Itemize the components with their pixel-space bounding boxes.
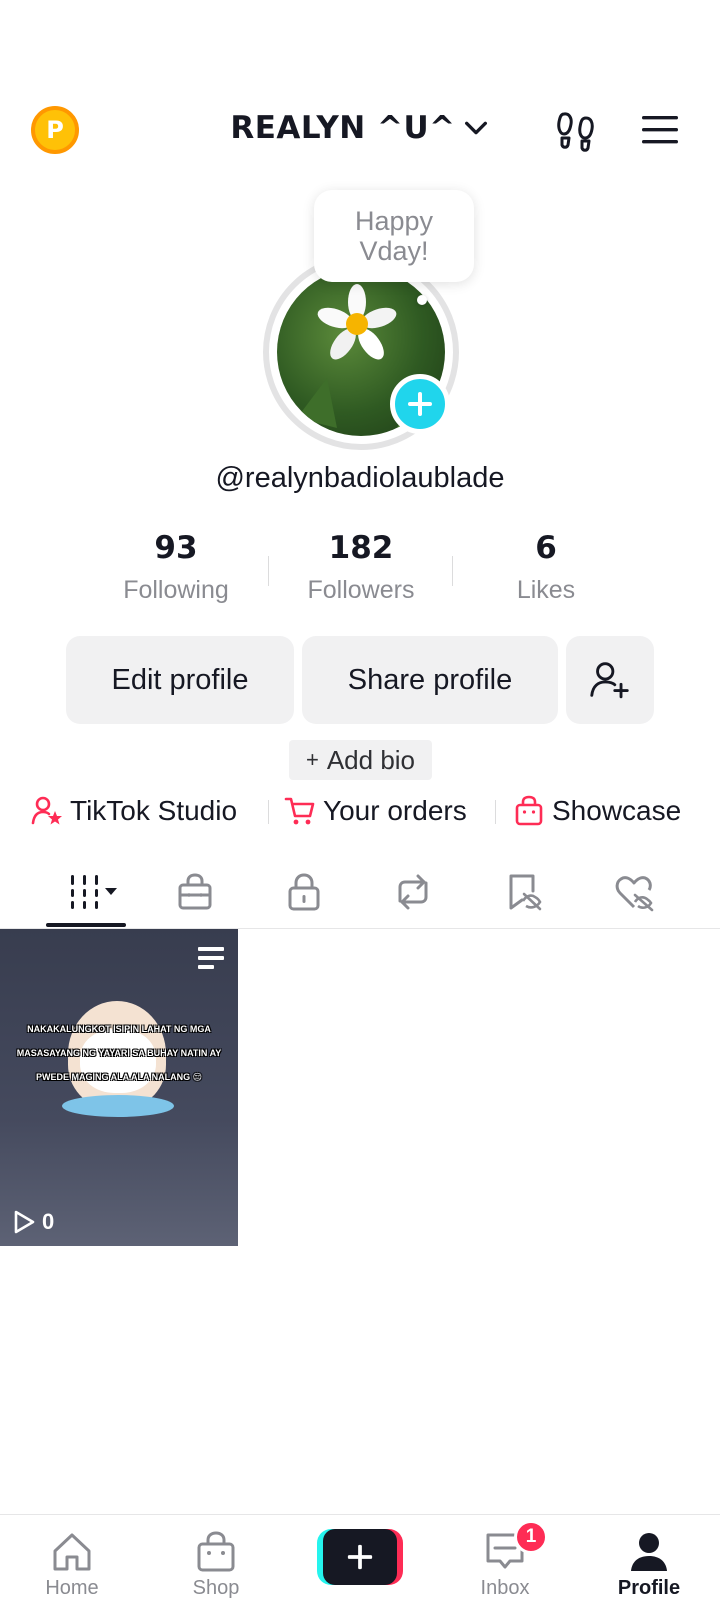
play-icon (14, 1210, 35, 1234)
profile-header: P REALYN ^U^ (0, 96, 720, 168)
showcase-link[interactable]: Showcase (512, 791, 681, 831)
cart-icon (284, 797, 315, 825)
view-count-value: 0 (42, 1209, 55, 1234)
add-bio-button[interactable]: + Add bio (289, 740, 432, 780)
your-orders-link[interactable]: Your orders (283, 791, 467, 831)
followers-label: Followers (307, 576, 415, 604)
shop-bag-icon (178, 873, 212, 910)
profile-tabs (0, 862, 720, 928)
video-menu-icon (198, 947, 224, 969)
nav-home-label: Home (45, 1577, 99, 1599)
following-label: Following (123, 576, 229, 604)
lock-icon (288, 873, 320, 911)
nav-shop[interactable]: Shop (156, 1529, 276, 1600)
view-count: 0 (12, 1209, 54, 1235)
note-line-1: Happy (354, 206, 434, 236)
nav-home[interactable]: Home (12, 1529, 132, 1600)
profile-icon (631, 1533, 667, 1571)
repost-icon (398, 874, 428, 910)
add-avatar-button[interactable] (390, 374, 450, 434)
note-bubble[interactable]: Happy Vday! (314, 190, 474, 282)
account-switcher[interactable]: REALYN ^U^ (0, 110, 720, 146)
videos-grid-icon (71, 875, 117, 909)
nav-profile-label: Profile (617, 1577, 681, 1599)
bottom-nav: Home Shop Inbox Profile (0, 1514, 720, 1612)
note-line-2: Vday! (359, 236, 429, 266)
active-tab-indicator (46, 923, 126, 927)
username: @realynbadiolaublade (215, 462, 505, 494)
share-profile-button[interactable]: Share profile (302, 636, 558, 724)
video-thumbnail[interactable]: NAKAKALUNGKOT ISIPIN LAHAT NG MGA MASASA… (0, 929, 238, 1246)
tab-favorites[interactable] (494, 862, 554, 922)
showcase-label: Showcase (552, 795, 682, 826)
favorites-hidden-icon (509, 874, 542, 911)
account-name: REALYN ^U^ (230, 110, 456, 146)
add-user-icon (590, 662, 629, 699)
link-divider (268, 800, 269, 824)
plus-icon (347, 1544, 373, 1570)
note-bubble-tail (417, 295, 427, 305)
stat-likes[interactable]: 6 Likes (461, 530, 631, 605)
nav-inbox-label: Inbox (480, 1577, 530, 1599)
add-bio-label: Add bio (326, 744, 416, 775)
following-count: 93 (154, 530, 198, 566)
plus-icon: + (305, 747, 319, 772)
tear-puddle (62, 1095, 174, 1117)
chevron-down-icon (464, 121, 487, 135)
tiktok-studio-link[interactable]: TikTok Studio (30, 791, 237, 831)
nav-shop-label: Shop (192, 1577, 240, 1599)
footprint-icon[interactable] (554, 108, 598, 152)
creator-star-icon (31, 796, 62, 825)
shop-icon (197, 1531, 235, 1572)
shopping-bag-icon (515, 795, 543, 826)
stat-divider (452, 556, 453, 586)
home-icon (53, 1533, 91, 1571)
followers-count: 182 (328, 530, 394, 566)
inbox-badge: 1 (514, 1520, 548, 1554)
likes-count: 6 (535, 530, 557, 566)
tab-videos[interactable] (60, 862, 130, 922)
stat-divider (268, 556, 269, 586)
nav-profile[interactable]: Profile (589, 1529, 709, 1600)
your-orders-label: Your orders (323, 795, 467, 826)
tab-private[interactable] (274, 862, 334, 922)
tab-shop[interactable] (165, 862, 225, 922)
edit-profile-button[interactable]: Edit profile (66, 636, 294, 724)
create-button[interactable] (317, 1529, 403, 1585)
liked-hidden-icon (615, 876, 654, 912)
link-divider (495, 800, 496, 824)
stat-followers[interactable]: 182 Followers (276, 530, 446, 605)
add-friends-button[interactable] (566, 636, 654, 724)
tab-reposts[interactable] (383, 862, 443, 922)
create-button-face (323, 1529, 397, 1585)
menu-icon[interactable] (640, 112, 680, 148)
tab-liked[interactable] (604, 862, 664, 922)
plus-icon (408, 392, 432, 416)
video-caption: NAKAKALUNGKOT ISIPIN LAHAT NG MGA MASASA… (16, 1024, 222, 1082)
likes-label: Likes (516, 576, 576, 604)
stat-following[interactable]: 93 Following (91, 530, 261, 605)
tiktok-studio-label: TikTok Studio (70, 795, 238, 826)
